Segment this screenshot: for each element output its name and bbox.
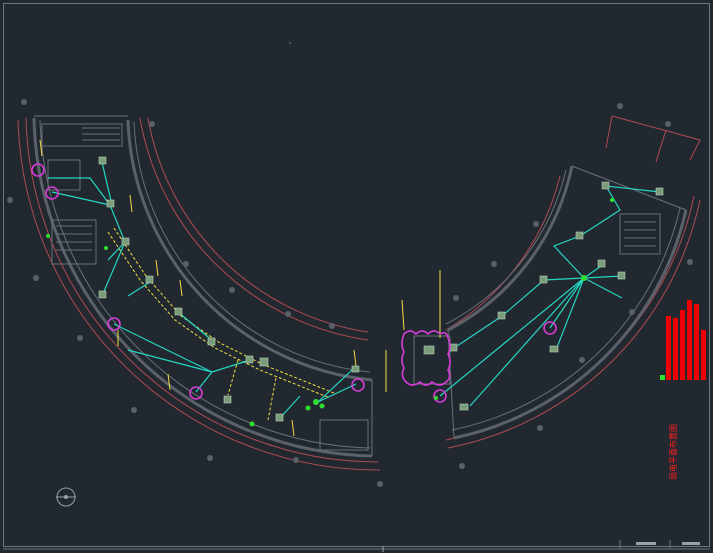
axis-arc-outer-2 xyxy=(445,195,695,441)
wiring-right xyxy=(439,185,661,407)
title-block: 弱电平面布置图 xyxy=(660,300,706,480)
device-box-icon xyxy=(207,337,216,346)
device-box-icon xyxy=(145,275,154,284)
right-wing xyxy=(385,103,701,469)
device-box-icon xyxy=(497,311,506,320)
corridor-wall xyxy=(126,119,373,382)
device-box-icon xyxy=(223,395,232,404)
stair-core xyxy=(619,213,661,255)
outer-wall xyxy=(453,209,688,440)
camera-zone-icon xyxy=(401,330,451,386)
axis-arc-inner-2 xyxy=(147,117,369,333)
device-box-icon xyxy=(98,156,107,165)
device-box-icon xyxy=(575,231,584,240)
device-box-icon xyxy=(275,413,284,422)
sheet-border xyxy=(3,3,710,547)
device-box-icon xyxy=(601,181,610,190)
device-box-icon xyxy=(597,259,606,268)
corridor-wall-face xyxy=(133,121,371,373)
drawing-title: 弱电平面布置图 xyxy=(668,424,678,480)
scale-mark xyxy=(636,542,656,545)
axis-arc-inner xyxy=(139,117,369,341)
device-box-icon xyxy=(539,275,548,284)
core-room xyxy=(41,123,123,147)
axis-arc-outer xyxy=(447,199,701,449)
scale-mark xyxy=(682,542,700,545)
stair-core-3 xyxy=(319,419,369,451)
wiring-left xyxy=(48,161,357,419)
device-box-icon xyxy=(106,199,115,208)
left-wing xyxy=(7,99,383,487)
axis-arc-outer-2 xyxy=(25,117,379,463)
device-box-icon xyxy=(259,357,269,367)
stair-core xyxy=(47,159,81,191)
device-box-icon xyxy=(655,187,664,196)
device-box-icon xyxy=(174,307,183,316)
device-box-icon xyxy=(351,365,360,373)
corridor-wall-face xyxy=(445,169,567,325)
device-box-icon xyxy=(98,290,107,299)
device-box-icon xyxy=(245,355,254,364)
device-box-icon xyxy=(617,271,626,280)
device-box-icon xyxy=(449,343,458,352)
device-box-icon xyxy=(121,237,130,246)
lobby-room xyxy=(413,335,451,385)
north-arrow-icon xyxy=(56,487,76,507)
camera-icon xyxy=(189,386,203,400)
cad-viewport[interactable]: 弱电平面布置图 xyxy=(0,0,713,553)
axis-arc-inner xyxy=(445,175,561,331)
floor-plan-drawing: 弱电平面布置图 xyxy=(3,3,710,552)
corridor-wall xyxy=(447,165,574,332)
outer-wall-inner-face xyxy=(39,119,371,449)
